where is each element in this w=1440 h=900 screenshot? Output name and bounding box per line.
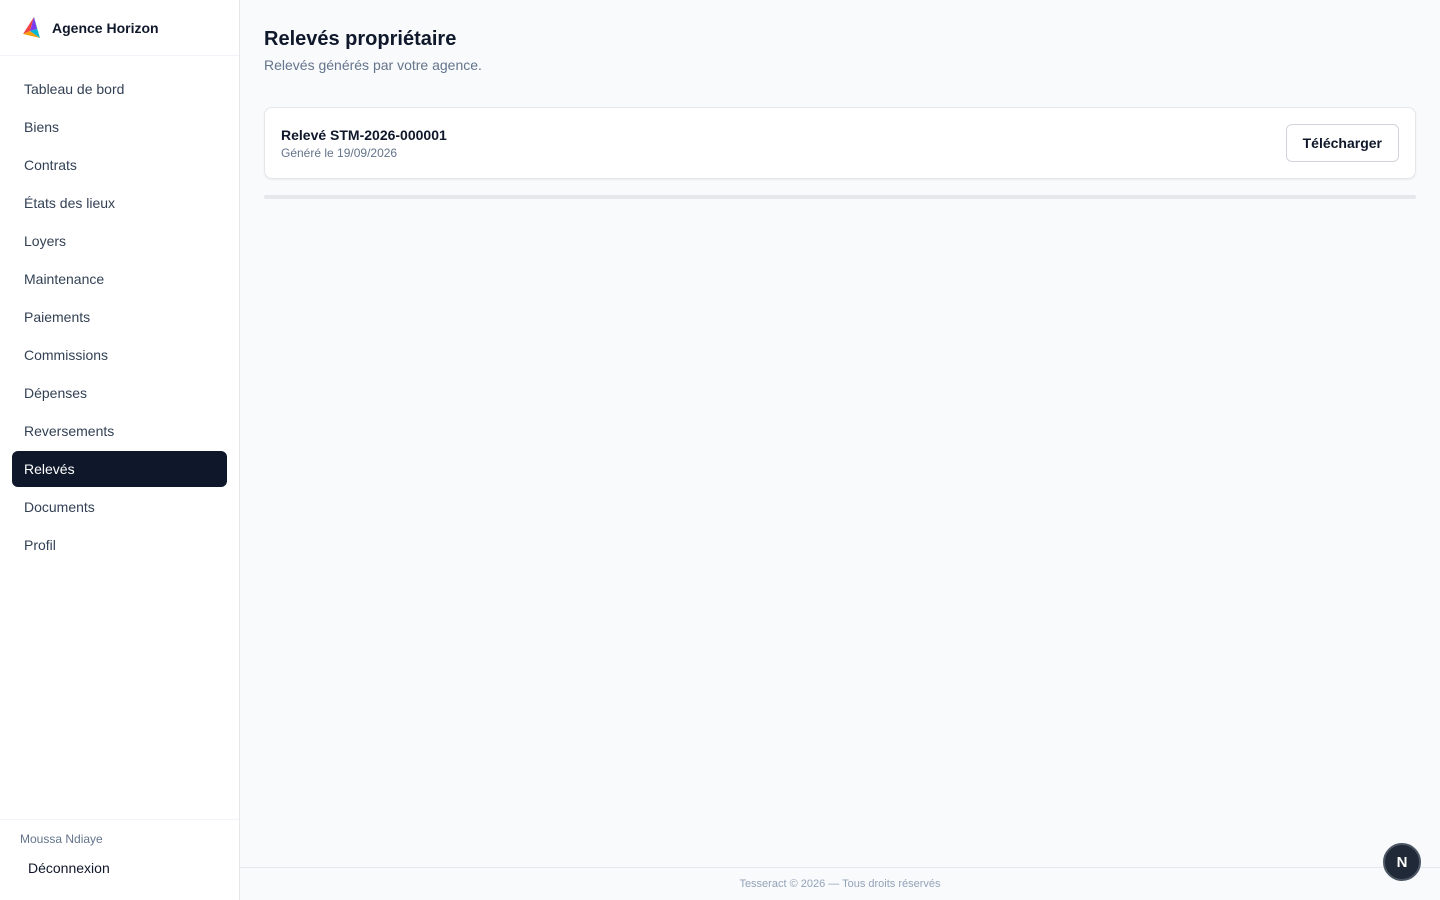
triangle-logo-icon — [23, 16, 40, 38]
page-subtitle: Relevés générés par votre agence. — [264, 57, 482, 73]
list-divider — [264, 195, 1416, 199]
sidebar-item-releves[interactable]: Relevés — [12, 451, 227, 487]
sidebar-item-etats-des-lieux[interactable]: États des lieux — [12, 185, 227, 221]
fab-label: N — [1396, 853, 1408, 871]
sidebar-item-documents[interactable]: Documents — [12, 489, 227, 525]
app-root: Agence Horizon Tableau de bord Biens Con… — [0, 0, 1440, 900]
sidebar-item-depenses[interactable]: Dépenses — [12, 375, 227, 411]
sidebar-item-paiements[interactable]: Paiements — [12, 299, 227, 335]
brand-name: Agence Horizon — [52, 19, 159, 36]
next-devtools-button[interactable]: N — [1383, 843, 1421, 881]
page-title: Relevés propriétaire — [264, 28, 457, 50]
statement-card: Relevé STM-2026-000001 Généré le 19/09/2… — [264, 107, 1416, 179]
sidebar-item-commissions[interactable]: Commissions — [12, 337, 227, 373]
sidebar-item-maintenance[interactable]: Maintenance — [12, 261, 227, 297]
sidebar-item-profil[interactable]: Profil — [12, 527, 227, 563]
logout-button[interactable]: Déconnexion — [20, 860, 219, 876]
sidebar-item-reversements[interactable]: Reversements — [12, 413, 227, 449]
statement-title: Relevé STM-2026-000001 — [281, 126, 447, 143]
sidebar-nav: Tableau de bord Biens Contrats États des… — [0, 56, 239, 565]
statement-generated-date: Généré le 19/09/2026 — [281, 145, 398, 160]
statement-info: Relevé STM-2026-000001 Généré le 19/09/2… — [281, 127, 447, 160]
download-button[interactable]: Télécharger — [1285, 124, 1399, 162]
sidebar-item-loyers[interactable]: Loyers — [12, 223, 227, 259]
brand[interactable]: Agence Horizon — [0, 0, 239, 56]
footer-text: Tesseract © 2026 — Tous droits réservés — [739, 878, 941, 890]
sidebar-item-tableau-de-bord[interactable]: Tableau de bord — [12, 71, 227, 107]
sidebar-item-contrats[interactable]: Contrats — [12, 147, 227, 183]
main-content: Relevés propriétaire Relevés générés par… — [240, 0, 1440, 900]
content-area: Relevés propriétaire Relevés générés par… — [240, 0, 1440, 199]
sidebar-footer: Moussa Ndiaye Déconnexion — [0, 819, 239, 900]
sidebar: Agence Horizon Tableau de bord Biens Con… — [0, 0, 240, 900]
page-footer: Tesseract © 2026 — Tous droits réservés — [240, 867, 1440, 900]
user-name: Moussa Ndiaye — [20, 832, 103, 846]
sidebar-item-biens[interactable]: Biens — [12, 109, 227, 145]
